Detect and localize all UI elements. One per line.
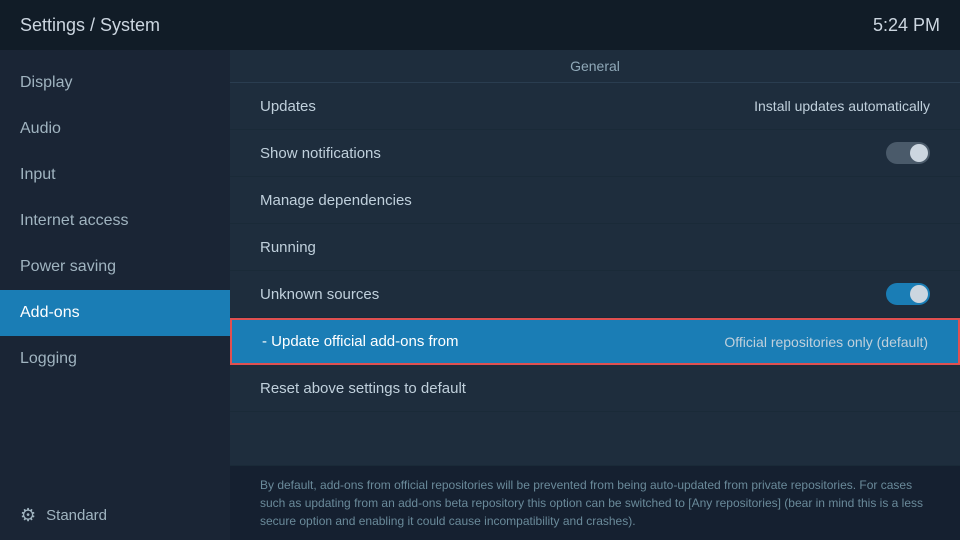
main-layout: Display Audio Input Internet access Powe… bbox=[0, 50, 960, 540]
clock: 5:24 PM bbox=[873, 15, 940, 36]
unknown-sources-toggle[interactable] bbox=[886, 283, 930, 305]
show-notifications-label: Show notifications bbox=[260, 145, 381, 162]
settings-row-show-notifications[interactable]: Show notifications bbox=[230, 130, 960, 177]
settings-row-manage-dependencies[interactable]: Manage dependencies bbox=[230, 177, 960, 224]
settings-row-update-official-add-ons[interactable]: - Update official add-ons from Official … bbox=[230, 318, 960, 365]
update-official-add-ons-value: Official repositories only (default) bbox=[724, 334, 928, 350]
gear-icon: ⚙ bbox=[20, 505, 36, 526]
footer-description: By default, add-ons from official reposi… bbox=[230, 465, 960, 540]
manage-dependencies-label: Manage dependencies bbox=[260, 192, 412, 209]
toggle-knob-2 bbox=[910, 285, 928, 303]
section-header: General bbox=[230, 50, 960, 83]
settings-row-reset-settings[interactable]: Reset above settings to default bbox=[230, 365, 960, 412]
updates-value: Install updates automatically bbox=[754, 98, 930, 114]
page-title: Settings / System bbox=[20, 15, 160, 36]
sidebar: Display Audio Input Internet access Powe… bbox=[0, 50, 230, 540]
running-label: Running bbox=[260, 239, 316, 256]
settings-row-unknown-sources[interactable]: Unknown sources bbox=[230, 271, 960, 318]
header: Settings / System 5:24 PM bbox=[0, 0, 960, 50]
unknown-sources-label: Unknown sources bbox=[260, 286, 379, 303]
sidebar-item-add-ons[interactable]: Add-ons bbox=[0, 290, 230, 336]
updates-label: Updates bbox=[260, 98, 316, 115]
show-notifications-toggle[interactable] bbox=[886, 142, 930, 164]
standard-label: Standard bbox=[46, 507, 107, 524]
sidebar-item-logging[interactable]: Logging bbox=[0, 336, 230, 382]
sidebar-item-audio[interactable]: Audio bbox=[0, 106, 230, 152]
toggle-knob bbox=[910, 144, 928, 162]
sidebar-bottom: ⚙ Standard bbox=[0, 491, 230, 540]
settings-list: Updates Install updates automatically Sh… bbox=[230, 83, 960, 465]
main-content: General Updates Install updates automati… bbox=[230, 50, 960, 540]
settings-row-running[interactable]: Running bbox=[230, 224, 960, 271]
update-official-add-ons-label: - Update official add-ons from bbox=[262, 333, 459, 350]
reset-settings-label: Reset above settings to default bbox=[260, 380, 466, 397]
sidebar-item-display[interactable]: Display bbox=[0, 60, 230, 106]
sidebar-item-internet-access[interactable]: Internet access bbox=[0, 198, 230, 244]
sidebar-item-power-saving[interactable]: Power saving bbox=[0, 244, 230, 290]
sidebar-item-input[interactable]: Input bbox=[0, 152, 230, 198]
settings-row-updates[interactable]: Updates Install updates automatically bbox=[230, 83, 960, 130]
